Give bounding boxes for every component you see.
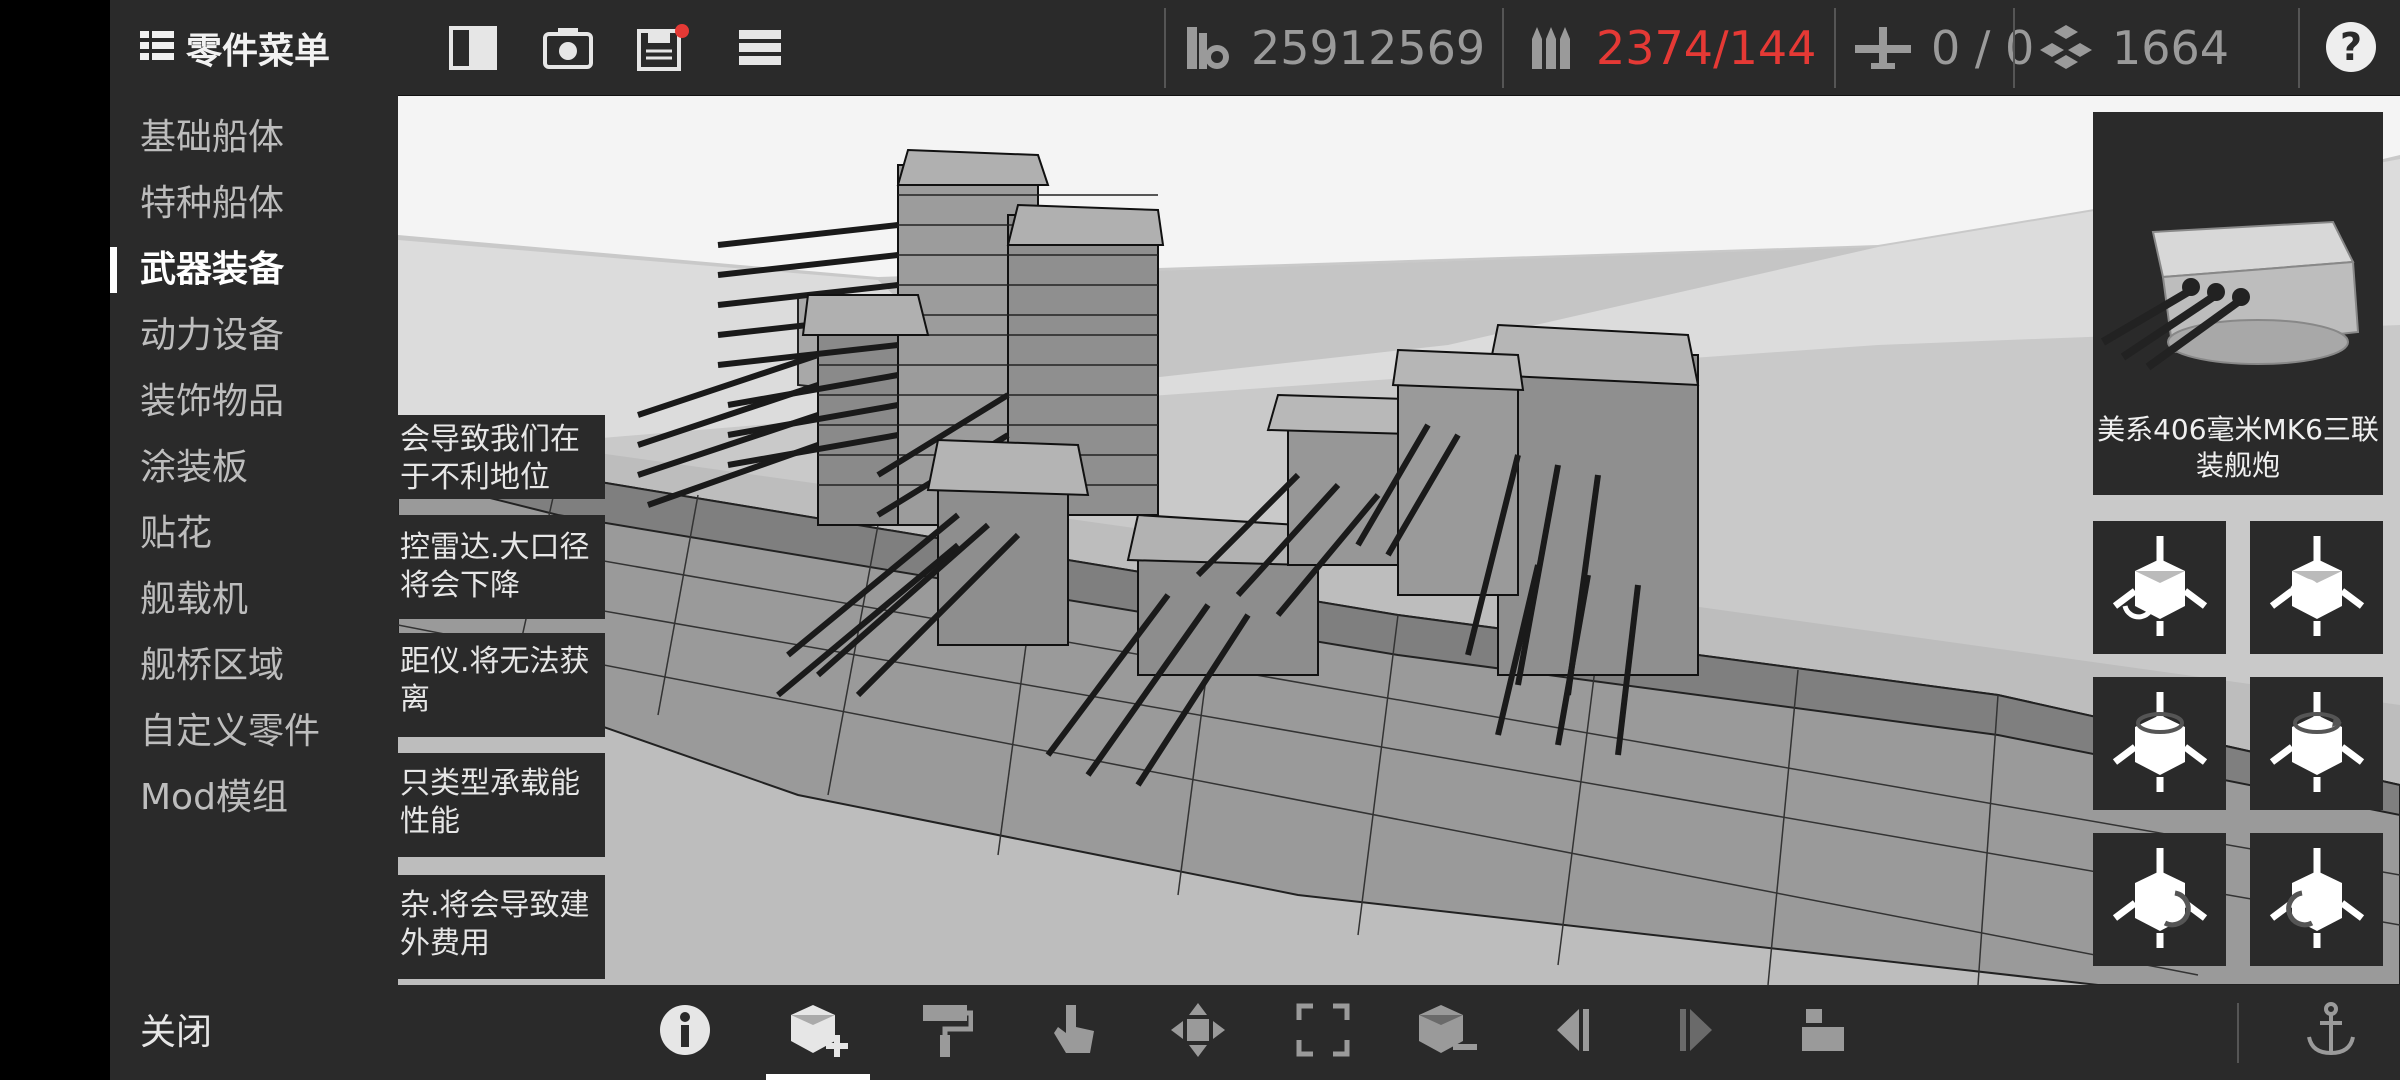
info-card-line: 距仪.将无法获: [400, 644, 590, 679]
ammo-stat: 2374/144: [1528, 0, 1816, 95]
add-part-icon: [785, 1001, 851, 1063]
rotate-x-ccw-icon: [2105, 531, 2215, 645]
remove-part-button[interactable]: [1411, 999, 1481, 1065]
next-icon: [1676, 1005, 1720, 1059]
stat-divider: [1834, 8, 1836, 88]
top-toolbar: 25912569 2374/144 0 / 0 1664 ?: [398, 0, 2400, 96]
rotate-x-cw-button[interactable]: [2250, 521, 2383, 654]
parts-menu-title: 零件菜单: [186, 30, 331, 72]
category-bridge[interactable]: 舰桥区域: [110, 633, 398, 699]
category-power[interactable]: 动力设备: [110, 303, 398, 369]
selected-part-name: 美系406毫米MK6三联 装舰炮: [2093, 412, 2383, 484]
info-icon: [658, 1003, 712, 1061]
cost-stat: 25912569: [1183, 0, 1485, 95]
move-icon: [1169, 1001, 1227, 1063]
move-button[interactable]: [1163, 999, 1233, 1065]
grid-menu-icon: [140, 29, 174, 67]
info-card-line: 杂.将会导致建: [400, 888, 590, 923]
category-basic-hull[interactable]: 基础船体: [110, 105, 398, 171]
rotate-y-ccw-icon: [2105, 687, 2215, 801]
help-button[interactable]: ?: [2326, 22, 2376, 72]
info-card-line: 离: [400, 682, 430, 717]
info-card[interactable]: 只类型承载能 性能: [398, 753, 605, 857]
rotate-z-cw-icon: [2262, 843, 2372, 957]
info-card[interactable]: 杂.将会导致建 外费用: [398, 875, 605, 979]
info-button[interactable]: [650, 999, 720, 1065]
paint-roller-icon: [919, 1001, 974, 1063]
coins-icon: [1183, 25, 1233, 71]
aircraft-value: 0 / 0: [1931, 20, 2035, 75]
info-card[interactable]: 控雷达.大口径 将会下降: [398, 515, 605, 619]
next-button[interactable]: [1663, 999, 1733, 1065]
category-special-hull[interactable]: 特种船体: [110, 171, 398, 237]
info-card-line: 控雷达.大口径: [400, 530, 590, 565]
blocks-icon: [2038, 23, 2094, 73]
parts-category-list: 基础船体 特种船体 武器装备 动力设备 装饰物品 涂装板 贴花 舰载机 舰桥区域…: [110, 105, 398, 831]
info-card[interactable]: 距仪.将无法获 离: [398, 633, 605, 737]
info-card-line: 外费用: [400, 926, 490, 961]
anchor-icon: [2304, 1001, 2358, 1063]
rotate-z-ccw-button[interactable]: [2093, 833, 2226, 966]
stat-divider: [1502, 8, 1504, 88]
parts-menu-panel: 零件菜单 基础船体 特种船体 武器装备 动力设备 装饰物品 涂装板 贴花 舰载机…: [110, 0, 398, 1080]
stat-divider: [1164, 8, 1166, 88]
cost-value: 25912569: [1251, 20, 1486, 75]
toolbar-divider: [2237, 1003, 2239, 1063]
ammo-icon: [1528, 25, 1578, 71]
rotate-x-cw-icon: [2262, 531, 2372, 645]
rotate-y-ccw-button[interactable]: [2093, 677, 2226, 810]
rotate-x-ccw-button[interactable]: [2093, 521, 2226, 654]
rotate-y-cw-button[interactable]: [2250, 677, 2383, 810]
category-paint-panels[interactable]: 涂装板: [110, 435, 398, 501]
rotate-y-cw-icon: [2262, 687, 2372, 801]
save-icon[interactable]: [634, 20, 694, 76]
airplane-icon: [1853, 25, 1913, 71]
add-part-button[interactable]: [783, 999, 853, 1065]
stat-divider: [2298, 8, 2300, 88]
remove-part-icon: [1413, 1001, 1479, 1063]
info-card[interactable]: 会导致我们在 于不利地位: [398, 415, 605, 499]
parts-menu-header[interactable]: 零件菜单: [110, 0, 398, 95]
ammo-value: 2374/144: [1596, 20, 1817, 75]
turret-preview-image: [2100, 220, 2360, 371]
stat-divider: [2013, 8, 2015, 88]
info-card-line: 于不利地位: [400, 460, 550, 495]
paint-button[interactable]: [911, 999, 981, 1065]
rotate-z-cw-button[interactable]: [2250, 833, 2383, 966]
touch-select-icon: [1048, 1001, 1098, 1063]
select-button[interactable]: [1038, 999, 1108, 1065]
rotate-z-ccw-icon: [2105, 843, 2215, 957]
info-card-line: 性能: [400, 804, 460, 839]
camera-icon[interactable]: [538, 20, 598, 76]
aircraft-stat: 0 / 0: [1853, 0, 2034, 95]
scale-button[interactable]: [1288, 999, 1358, 1065]
layers-icon: [1798, 1005, 1848, 1059]
previous-button[interactable]: [1536, 999, 1606, 1065]
bottom-toolbar: [398, 985, 2400, 1080]
previous-icon: [1549, 1005, 1593, 1059]
category-decals[interactable]: 贴花: [110, 501, 398, 567]
layers-button[interactable]: [1788, 999, 1858, 1065]
selected-part-name-line: 装舰炮: [2195, 449, 2280, 482]
category-decorations[interactable]: 装饰物品: [110, 369, 398, 435]
close-menu-button[interactable]: 关闭: [140, 1003, 212, 1055]
scale-icon: [1295, 1002, 1351, 1062]
list-menu-icon[interactable]: [730, 20, 790, 76]
parts-count-value: 1664: [2112, 20, 2230, 75]
category-weapons[interactable]: 武器装备: [110, 237, 398, 303]
category-mods[interactable]: Mod模组: [110, 765, 398, 831]
selected-part-preview[interactable]: 美系406毫米MK6三联 装舰炮: [2093, 112, 2383, 495]
info-card-line: 只类型承载能: [400, 766, 580, 801]
selected-part-name-line: 美系406毫米MK6三联: [2097, 413, 2379, 446]
category-custom-parts[interactable]: 自定义零件: [110, 699, 398, 765]
parts-count-stat: 1664: [2038, 0, 2229, 95]
split-view-icon[interactable]: [443, 20, 503, 76]
active-tool-indicator: [766, 1074, 870, 1080]
info-card-line: 将会下降: [400, 568, 520, 603]
category-aircraft[interactable]: 舰载机: [110, 567, 398, 633]
anchor-button[interactable]: [2296, 999, 2366, 1065]
info-card-line: 会导致我们在: [400, 422, 580, 457]
